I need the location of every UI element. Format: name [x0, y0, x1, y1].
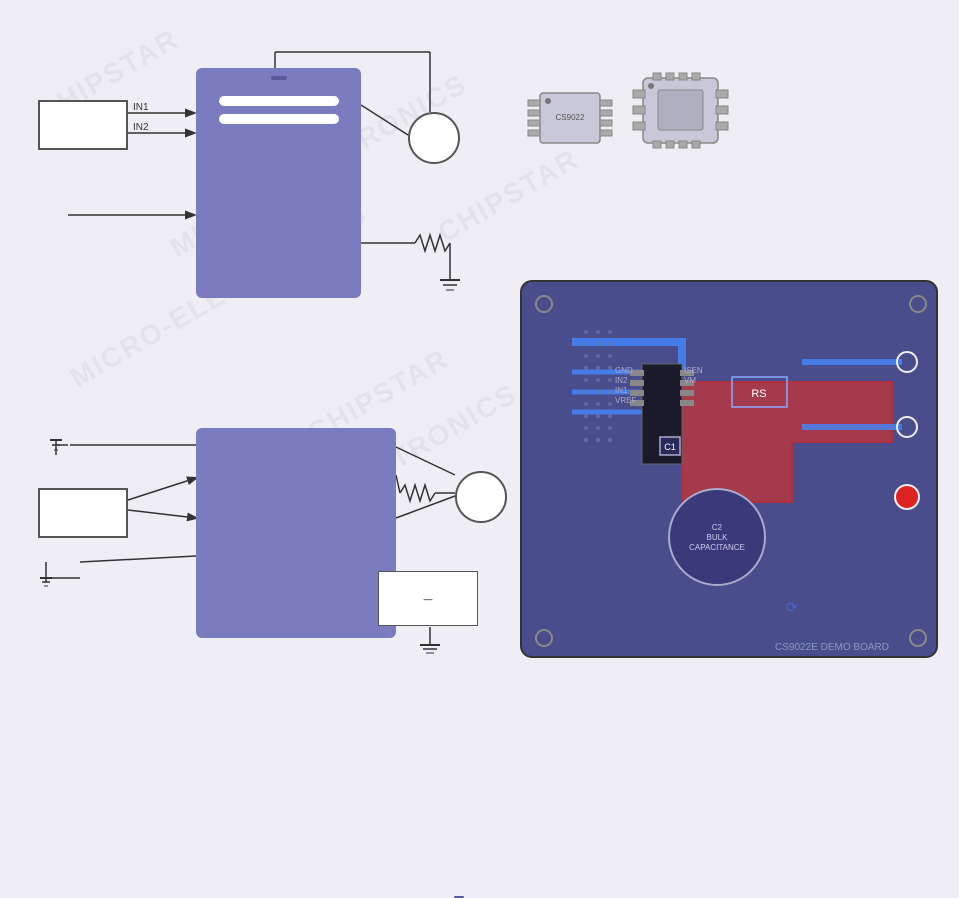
chipstar-logo-top — [271, 76, 287, 80]
svg-text:CS9022: CS9022 — [556, 113, 585, 122]
chip-packages-area: CS9022 — [520, 68, 740, 188]
svg-text:VREF: VREF — [615, 396, 636, 405]
svg-text:GND: GND — [615, 366, 633, 375]
ic-box-bot — [196, 428, 396, 638]
svg-text:IN1: IN1 — [133, 102, 149, 113]
fault-protection-block — [219, 114, 339, 124]
svg-text:IN2: IN2 — [133, 122, 149, 133]
controller-bot — [38, 488, 128, 538]
svg-text:CAPACITANCE: CAPACITANCE — [689, 543, 745, 552]
svg-text:IN2: IN2 — [615, 376, 628, 385]
svg-text:ISEN: ISEN — [684, 366, 703, 375]
svg-text:IN1: IN1 — [615, 386, 628, 395]
ic-box-top — [196, 68, 361, 298]
pcb-svg: RS C1 C2 BULK CAPACITANCE — [522, 282, 940, 660]
cap-box-bot: — — [378, 571, 478, 626]
current-regulation-block — [219, 96, 339, 106]
svg-text:CS9022E DEMO BOARD: CS9022E DEMO BOARD — [775, 642, 889, 653]
svg-text:C1: C1 — [664, 442, 676, 452]
svg-text:BULK: BULK — [707, 533, 729, 542]
pcb-board: RS C1 C2 BULK CAPACITANCE — [520, 280, 938, 658]
svg-text:⟳: ⟳ — [786, 599, 798, 615]
cap-divider: — — [424, 594, 433, 604]
svg-text:VM: VM — [684, 376, 696, 385]
dfn-package — [628, 68, 738, 158]
svg-text:C2: C2 — [712, 523, 723, 532]
bdc-circle-top — [408, 112, 460, 164]
svg-text:RS: RS — [751, 388, 766, 400]
bdc-circle-bot — [455, 471, 507, 523]
sop8-package: CS9022 — [520, 78, 620, 158]
controller-top — [38, 100, 128, 150]
